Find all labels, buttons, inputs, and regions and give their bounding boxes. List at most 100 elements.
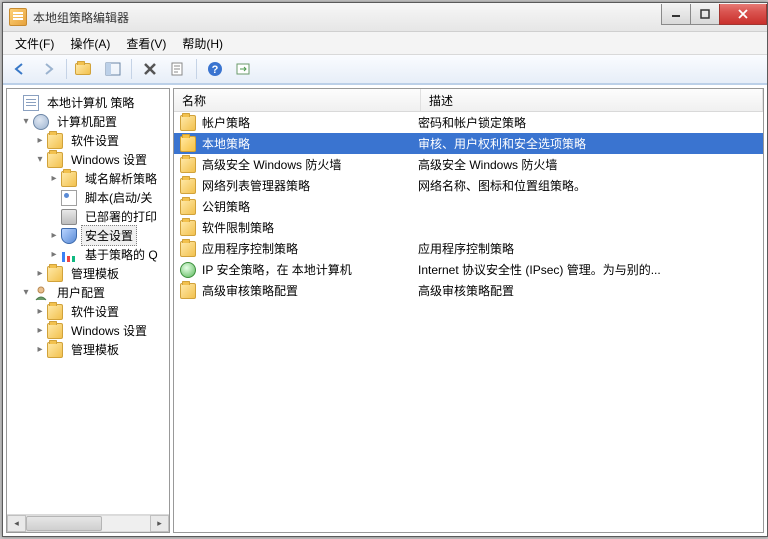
list-row-software-restriction[interactable]: 软件限制策略	[174, 217, 763, 238]
folder-icon	[180, 115, 196, 131]
window-title: 本地组策略编辑器	[33, 9, 661, 26]
help-button[interactable]: ?	[202, 56, 228, 82]
list-row-public-key[interactable]: 公钥策略	[174, 196, 763, 217]
list-row-advanced-audit[interactable]: 高级审核策略配置 高级审核策略配置	[174, 280, 763, 301]
expand-icon[interactable]: ▸	[33, 324, 47, 338]
folder-icon	[180, 157, 196, 173]
export-button[interactable]	[230, 56, 256, 82]
tree-label-selected: 安全设置	[81, 225, 137, 246]
menubar: 文件(F) 操作(A) 查看(V) 帮助(H)	[3, 32, 767, 55]
collapse-icon[interactable]: ▾	[33, 153, 47, 167]
column-header-description[interactable]: 描述	[421, 89, 763, 111]
folder-icon	[47, 304, 63, 320]
tree-scripts[interactable]: 脚本(启动/关	[9, 188, 169, 207]
tree[interactable]: 本地计算机 策略 ▾ 计算机配置 ▸ 软件设置 ▾	[7, 89, 169, 514]
menu-file[interactable]: 文件(F)	[7, 33, 62, 54]
folder-icon	[180, 199, 196, 215]
list-row-network-list[interactable]: 网络列表管理器策略 网络名称、图标和位置组策略。	[174, 175, 763, 196]
policy-root-icon	[23, 95, 39, 111]
cell-name: 帐户策略	[202, 114, 250, 131]
toolbar-separator	[131, 59, 132, 79]
tree-windows-settings[interactable]: ▾ Windows 设置	[9, 150, 169, 169]
scroll-right-button[interactable]: ▸	[150, 515, 169, 532]
globe-icon	[180, 262, 196, 278]
expand-icon[interactable]: ▸	[33, 343, 47, 357]
folder-icon	[47, 152, 63, 168]
toolbar: ?	[3, 55, 767, 84]
menu-view[interactable]: 查看(V)	[118, 33, 174, 54]
cell-name: IP 安全策略，在 本地计算机	[202, 261, 352, 278]
list-row-app-control[interactable]: 应用程序控制策略 应用程序控制策略	[174, 238, 763, 259]
svg-text:?: ?	[212, 64, 219, 76]
expand-icon[interactable]: ▸	[47, 229, 61, 243]
tree-user-config[interactable]: ▾ 用户配置	[9, 283, 169, 302]
window: 本地组策略编辑器 文件(F) 操作(A) 查看(V) 帮助(H)	[2, 2, 768, 537]
printer-icon	[61, 209, 77, 225]
scroll-thumb[interactable]	[26, 516, 102, 531]
tree-user-windows-settings[interactable]: ▸ Windows 设置	[9, 321, 169, 340]
tree-user-admin-templates[interactable]: ▸ 管理模板	[9, 340, 169, 359]
tree-root[interactable]: 本地计算机 策略	[9, 93, 169, 112]
folder-icon	[61, 171, 77, 187]
cell-name: 高级安全 Windows 防火墙	[202, 156, 341, 173]
expand-icon[interactable]	[9, 96, 23, 110]
tree-label: 用户配置	[53, 282, 109, 303]
collapse-icon[interactable]: ▾	[19, 286, 33, 300]
tree-user-software-settings[interactable]: ▸ 软件设置	[9, 302, 169, 321]
script-icon	[61, 190, 77, 206]
menu-help[interactable]: 帮助(H)	[174, 33, 231, 54]
tree-label: 基于策略的 Q	[81, 244, 162, 265]
titlebar[interactable]: 本地组策略编辑器	[3, 3, 767, 32]
tree-policy-based-qos[interactable]: ▸ 基于策略的 Q	[9, 245, 169, 264]
tree-label: 本地计算机 策略	[43, 92, 138, 113]
list-row-firewall[interactable]: 高级安全 Windows 防火墙 高级安全 Windows 防火墙	[174, 154, 763, 175]
tree-label: Windows 设置	[67, 320, 151, 341]
properties-button[interactable]	[165, 56, 191, 82]
tree-name-resolution[interactable]: ▸ 域名解析策略	[9, 169, 169, 188]
folder-up-icon	[75, 63, 91, 75]
folder-icon	[180, 220, 196, 236]
list-row-account-policies[interactable]: 帐户策略 密码和帐户锁定策略	[174, 112, 763, 133]
window-buttons	[661, 4, 767, 24]
show-hide-tree-button[interactable]	[100, 56, 126, 82]
up-button[interactable]	[72, 56, 98, 82]
minimize-icon	[671, 9, 681, 19]
expand-icon[interactable]	[47, 210, 61, 224]
list-body[interactable]: 帐户策略 密码和帐户锁定策略 本地策略 审核、用户权利和安全选项策略 高级安全 …	[174, 112, 763, 532]
back-button[interactable]	[7, 56, 33, 82]
scroll-left-button[interactable]: ◂	[7, 515, 26, 532]
close-button[interactable]	[719, 4, 767, 25]
delete-button[interactable]	[137, 56, 163, 82]
help-icon: ?	[207, 61, 223, 77]
column-header-name[interactable]: 名称	[174, 89, 421, 111]
cell-desc: 高级安全 Windows 防火墙	[412, 156, 763, 173]
toolbar-separator	[66, 59, 67, 79]
body: 本地计算机 策略 ▾ 计算机配置 ▸ 软件设置 ▾	[3, 84, 767, 536]
forward-button[interactable]	[35, 56, 61, 82]
maximize-button[interactable]	[690, 4, 719, 25]
minimize-button[interactable]	[661, 4, 690, 25]
list-row-ipsec[interactable]: IP 安全策略，在 本地计算机 Internet 协议安全性 (IPsec) 管…	[174, 259, 763, 280]
scroll-track[interactable]	[26, 515, 150, 532]
tree-computer-config[interactable]: ▾ 计算机配置	[9, 112, 169, 131]
maximize-icon	[700, 9, 710, 19]
tree-horizontal-scrollbar[interactable]: ◂ ▸	[7, 514, 169, 532]
tree-software-settings[interactable]: ▸ 软件设置	[9, 131, 169, 150]
expand-icon[interactable]: ▸	[47, 172, 61, 186]
tree-security-settings[interactable]: ▸ 安全设置	[9, 226, 169, 245]
export-icon	[235, 61, 251, 77]
cell-name: 公钥策略	[202, 198, 250, 215]
tree-label: 管理模板	[67, 263, 123, 284]
expand-icon[interactable]	[47, 191, 61, 205]
expand-icon[interactable]: ▸	[33, 305, 47, 319]
collapse-icon[interactable]: ▾	[19, 115, 33, 129]
expand-icon[interactable]: ▸	[33, 267, 47, 281]
tree-deployed-printers[interactable]: 已部署的打印	[9, 207, 169, 226]
cell-desc: 应用程序控制策略	[412, 240, 763, 257]
cell-desc: 高级审核策略配置	[412, 282, 763, 299]
tree-admin-templates[interactable]: ▸ 管理模板	[9, 264, 169, 283]
expand-icon[interactable]: ▸	[47, 248, 61, 262]
expand-icon[interactable]: ▸	[33, 134, 47, 148]
list-row-local-policies[interactable]: 本地策略 审核、用户权利和安全选项策略	[174, 133, 763, 154]
menu-action[interactable]: 操作(A)	[62, 33, 118, 54]
